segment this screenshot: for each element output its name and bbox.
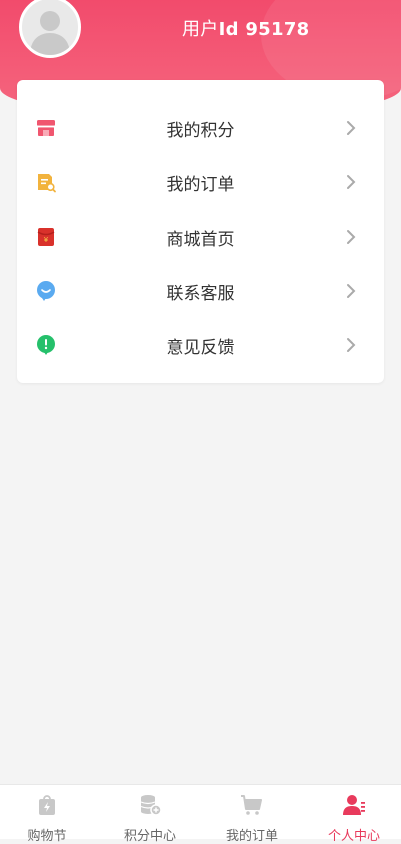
menu-item-label: 商城首页 bbox=[166, 230, 235, 250]
tab-label: 购物节 bbox=[27, 829, 67, 844]
menu-item-my-orders[interactable]: 我的订单 bbox=[17, 155, 384, 209]
tab-label: 我的订单 bbox=[225, 829, 278, 844]
tab-label: 个人中心 bbox=[327, 829, 380, 844]
tab-shopping-festival[interactable]: 购物节 bbox=[0, 785, 97, 844]
user-id-text: 用户Id 95178 bbox=[182, 15, 309, 41]
chevron-right-icon bbox=[347, 121, 356, 135]
chevron-right-icon bbox=[347, 284, 356, 298]
menu-item-my-points[interactable]: 我的积分 bbox=[17, 101, 384, 155]
menu-card: 我的积分 我的订单 ¥ 商城首页 联系客服 意见反馈 bbox=[17, 80, 384, 383]
avatar[interactable] bbox=[19, 0, 81, 58]
shopping-bag-icon bbox=[39, 795, 55, 815]
tab-my-orders[interactable]: 我的订单 bbox=[202, 785, 302, 844]
user-id-prefix: 用户 bbox=[182, 19, 219, 40]
menu-item-customer-service[interactable]: 联系客服 bbox=[17, 264, 384, 318]
menu-item-label: 我的积分 bbox=[166, 121, 235, 141]
menu-item-label: 我的订单 bbox=[166, 175, 235, 195]
chevron-right-icon bbox=[347, 175, 356, 189]
menu-item-mall-home[interactable]: ¥ 商城首页 bbox=[17, 210, 384, 264]
tab-personal-center[interactable]: 个人中心 bbox=[304, 785, 401, 844]
tab-label: 积分中心 bbox=[123, 829, 176, 844]
menu-item-label: 意见反馈 bbox=[166, 338, 235, 358]
menu-item-label: 联系客服 bbox=[166, 284, 235, 304]
coins-icon bbox=[140, 795, 162, 816]
chevron-right-icon bbox=[347, 338, 356, 352]
user-id-value: Id 95178 bbox=[218, 19, 310, 40]
menu-item-feedback[interactable]: 意见反馈 bbox=[17, 318, 384, 372]
person-icon bbox=[343, 795, 365, 815]
chevron-right-icon bbox=[347, 230, 356, 244]
bottom-tab-bar: 购物节 积分中心 我的订单 个人中心 bbox=[0, 784, 401, 844]
cart-icon bbox=[241, 795, 262, 815]
default-avatar-icon bbox=[30, 11, 70, 55]
tab-points-center[interactable]: 积分中心 bbox=[100, 785, 200, 844]
